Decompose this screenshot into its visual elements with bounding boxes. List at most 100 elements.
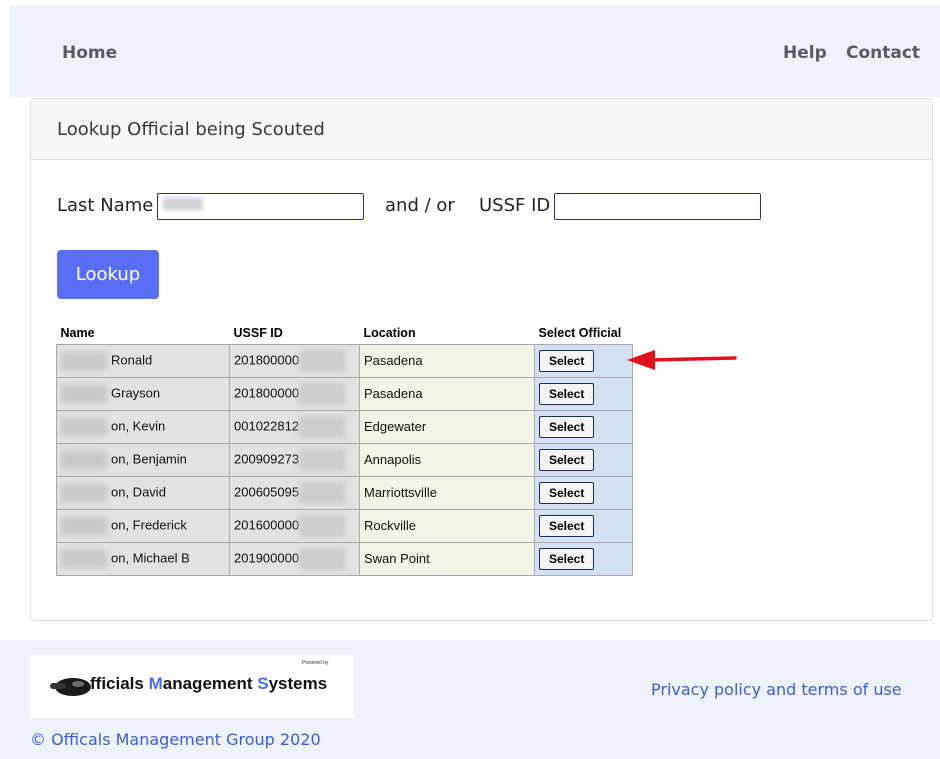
ussf-id-input[interactable]: [554, 193, 761, 220]
table-row: on, Frederick 201600000 Rockville Select: [56, 508, 633, 543]
redacted-id: [299, 349, 346, 372]
ussf-id-cell: 200605095: [229, 475, 360, 510]
lookup-button[interactable]: Lookup: [57, 250, 159, 299]
redacted-id: [299, 481, 346, 504]
name-text: on, Kevin: [111, 417, 166, 433]
whistle-icon: [50, 678, 91, 696]
name-text: Grayson: [111, 384, 161, 400]
results-table: Name USSF ID Location Select Official Ro…: [56, 322, 633, 576]
redacted-name: [61, 384, 107, 403]
last-name-input[interactable]: [157, 193, 364, 220]
select-cell: Select: [534, 508, 633, 543]
and-or-label: and / or: [385, 195, 455, 216]
col-header-location: Location: [359, 322, 535, 344]
table-row: on, Kevin 001022812 Edgewater Select: [56, 409, 633, 444]
ussf-id-cell: 001022812: [229, 409, 360, 444]
select-button[interactable]: Select: [539, 415, 595, 438]
redacted-name: [61, 483, 107, 502]
ussf-id-cell: 201600000: [229, 508, 360, 543]
name-text: on, Benjamin: [111, 450, 187, 466]
col-header-ussf-id: USSF ID: [229, 322, 360, 344]
ussf-id-label: USSF ID: [479, 195, 551, 216]
redacted-id: [299, 547, 346, 570]
table-row: on, David 200605095 Marriottsville Selec…: [56, 475, 633, 510]
table-row: Grayson 201800000 Pasadena Select: [56, 376, 633, 411]
redacted-name: [61, 549, 107, 568]
ussf-id-cell: 201900000: [229, 541, 360, 576]
location-cell: Pasadena: [359, 343, 535, 378]
last-name-label: Last Name: [57, 195, 154, 216]
redacted-id: [299, 382, 346, 405]
name-cell: on, Benjamin: [56, 442, 230, 477]
name-text: on, Michael B: [111, 549, 190, 565]
select-button[interactable]: Select: [539, 514, 595, 537]
footer: Powered by fficials Management Systems P…: [0, 640, 940, 759]
name-text: Ronald: [111, 351, 153, 367]
redacted-id: [299, 514, 346, 537]
name-cell: on, Michael B: [56, 541, 230, 576]
redacted-name: [61, 417, 107, 436]
redacted-text: [163, 197, 203, 210]
name-text: on, Frederick: [111, 516, 187, 532]
col-header-select: Select Official: [534, 322, 633, 344]
ussf-id-cell: 201800000: [229, 376, 360, 411]
copyright-text: © Officals Management Group 2020: [30, 730, 321, 749]
select-cell: Select: [534, 376, 633, 411]
location-cell: Pasadena: [359, 376, 535, 411]
ussf-id-text: 200605095: [234, 483, 300, 499]
select-button[interactable]: Select: [539, 547, 595, 570]
select-cell: Select: [534, 442, 633, 477]
location-cell: Swan Point: [359, 541, 535, 576]
logo-text-part: fficials: [90, 674, 149, 693]
select-cell: Select: [534, 541, 633, 576]
powered-by-text: Powered by: [302, 660, 329, 666]
ussf-id-text: 201600000: [234, 516, 300, 532]
redacted-id: [299, 415, 346, 438]
ussf-id-text: 200909273: [234, 450, 300, 466]
red-arrow-annotation: [627, 350, 737, 370]
nav-contact-link[interactable]: Contact: [846, 43, 920, 63]
logo-text-part: anagement: [162, 674, 258, 693]
logo-letter-m: M: [148, 674, 163, 693]
select-button[interactable]: Select: [539, 349, 595, 372]
name-cell: on, David: [56, 475, 230, 510]
ussf-id-text: 201800000: [234, 384, 300, 400]
table-row: on, Michael B 201900000 Swan Point Selec…: [56, 541, 633, 576]
table-row: on, Benjamin 200909273 Annapolis Select: [56, 442, 633, 477]
select-cell: Select: [534, 409, 633, 444]
name-cell: Ronald: [56, 343, 230, 378]
logo-text-part: ystems: [268, 674, 328, 693]
ussf-id-cell: 201800000: [229, 343, 360, 378]
logo-letter-s: S: [257, 674, 269, 693]
ussf-id-text: 201900000: [234, 549, 300, 565]
select-cell: Select: [534, 475, 633, 510]
select-button[interactable]: Select: [539, 481, 595, 504]
name-cell: Grayson: [56, 376, 230, 411]
logo-text: fficials Management Systems: [90, 674, 327, 694]
lookup-card: Lookup Official being Scouted Last Name …: [30, 98, 933, 621]
redacted-name: [61, 450, 107, 469]
nav-help-link[interactable]: Help: [783, 43, 827, 63]
location-cell: Annapolis: [359, 442, 535, 477]
redacted-id: [299, 448, 346, 471]
location-cell: Marriottsville: [359, 475, 535, 510]
name-cell: on, Kevin: [56, 409, 230, 444]
table-row: Ronald 201800000 Pasadena Select: [56, 343, 633, 378]
oms-logo: Powered by fficials Management Systems: [30, 655, 354, 718]
redacted-name: [61, 516, 107, 535]
ussf-id-text: 201800000: [234, 351, 300, 367]
card-title: Lookup Official being Scouted: [31, 99, 932, 160]
location-cell: Edgewater: [359, 409, 535, 444]
name-cell: on, Frederick: [56, 508, 230, 543]
ussf-id-text: 001022812: [234, 417, 300, 433]
name-text: on, David: [111, 483, 166, 499]
privacy-policy-link[interactable]: Privacy policy and terms of use: [651, 680, 902, 699]
select-button[interactable]: Select: [539, 382, 595, 405]
redacted-name: [61, 351, 107, 370]
ussf-id-cell: 200909273: [229, 442, 360, 477]
table-header-row: Name USSF ID Location Select Official: [56, 322, 633, 344]
select-button[interactable]: Select: [539, 448, 595, 471]
nav-home-link[interactable]: Home: [62, 43, 117, 63]
col-header-name: Name: [56, 322, 230, 344]
select-cell: Select: [534, 343, 633, 378]
